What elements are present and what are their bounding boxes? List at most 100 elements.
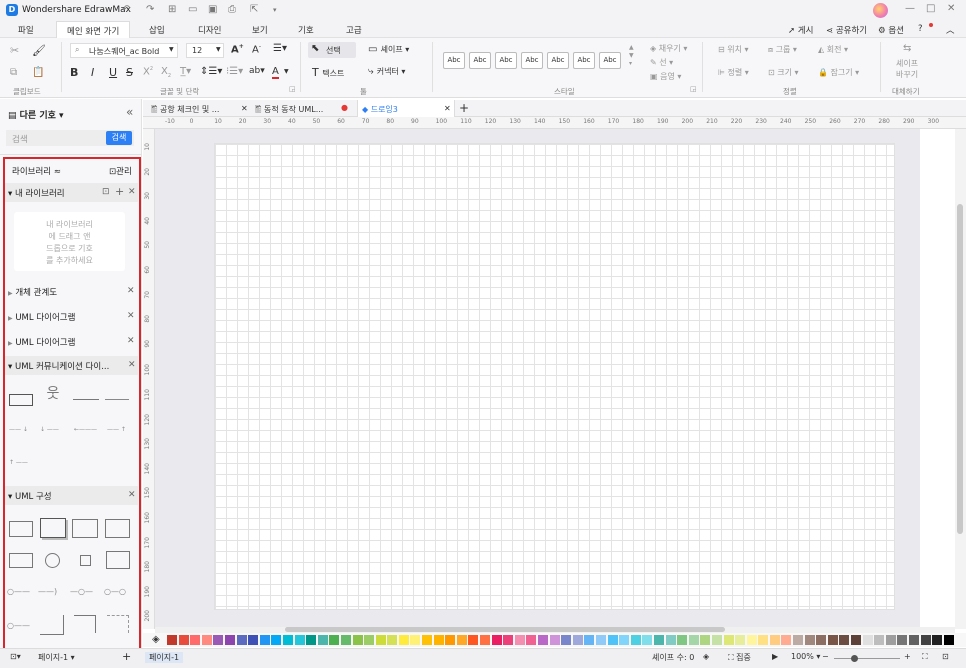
- color-swatch[interactable]: [909, 635, 919, 645]
- color-swatch[interactable]: [236, 635, 247, 645]
- import-icon[interactable]: ⊡: [102, 187, 110, 197]
- color-swatch[interactable]: [885, 635, 896, 645]
- close-icon[interactable]: ✕: [127, 286, 135, 296]
- color-swatch[interactable]: [294, 635, 305, 645]
- color-swatch[interactable]: [468, 635, 479, 645]
- color-swatch[interactable]: [700, 635, 711, 645]
- uml-connector-symbol-3[interactable]: [107, 615, 129, 633]
- line-spacing-icon[interactable]: ⇕☰▾: [200, 66, 222, 77]
- uml-note-symbol[interactable]: [106, 551, 130, 569]
- color-swatch[interactable]: [584, 635, 595, 645]
- color-swatch[interactable]: [317, 635, 328, 645]
- color-swatch[interactable]: [201, 635, 212, 645]
- style-scroll-icon[interactable]: ▲ ▼ ▾: [629, 44, 634, 68]
- font-size-select[interactable]: 12 ▼: [186, 43, 224, 58]
- share-button[interactable]: ⋖ 공유하기: [826, 24, 867, 36]
- color-swatch[interactable]: [642, 635, 653, 645]
- add-page-icon[interactable]: +: [122, 650, 131, 663]
- uml-communication-header[interactable]: ▾ UML 커뮤니케이션 다이... ✕: [5, 356, 138, 375]
- color-swatch[interactable]: [851, 635, 862, 645]
- minimize-icon[interactable]: —: [905, 3, 915, 14]
- uml-circle-symbol[interactable]: [45, 553, 60, 568]
- color-swatch[interactable]: [677, 635, 688, 645]
- color-swatch[interactable]: [445, 635, 456, 645]
- close-icon[interactable]: ✕: [128, 187, 136, 197]
- menu-view[interactable]: 보기: [252, 24, 268, 36]
- uml-object-symbol[interactable]: [9, 394, 33, 406]
- page-select[interactable]: 페이지-1 ▾: [38, 652, 75, 663]
- color-swatch[interactable]: [572, 635, 583, 645]
- color-swatch[interactable]: [630, 635, 641, 645]
- color-swatch[interactable]: [456, 635, 467, 645]
- redo-icon[interactable]: ↷: [146, 4, 154, 15]
- color-swatch[interactable]: [816, 635, 827, 645]
- color-swatch[interactable]: [711, 635, 722, 645]
- color-swatch[interactable]: [653, 635, 664, 645]
- color-swatch[interactable]: [538, 635, 548, 645]
- collapse-ribbon-icon[interactable]: ︿: [946, 24, 955, 36]
- style-preset-4[interactable]: Abc: [521, 52, 543, 69]
- color-swatch[interactable]: [282, 635, 293, 645]
- vertical-scroll-thumb[interactable]: [957, 204, 963, 534]
- color-swatch[interactable]: [665, 635, 676, 645]
- horizontal-scroll-thumb[interactable]: [285, 627, 725, 632]
- style-preset-7[interactable]: Abc: [599, 52, 621, 69]
- color-swatch[interactable]: [874, 635, 885, 645]
- subscript-icon[interactable]: X2: [161, 66, 171, 79]
- font-color-dropdown-icon[interactable]: ▼: [284, 68, 289, 75]
- quick-access-dropdown-icon[interactable]: ▾: [273, 6, 277, 14]
- color-swatch[interactable]: [387, 635, 398, 645]
- shape-tool-button[interactable]: ▭ 셰이프 ▾: [368, 44, 409, 55]
- uml-interface-symbol-1[interactable]: ○——: [7, 587, 30, 596]
- font-dialog-launcher-icon[interactable]: ◲: [289, 85, 296, 93]
- line-button[interactable]: ✎ 선 ▾: [650, 57, 673, 68]
- color-swatch[interactable]: [607, 635, 618, 645]
- color-swatch[interactable]: [271, 635, 282, 645]
- library-label[interactable]: 라이브러리 ≈: [12, 165, 61, 177]
- format-painter-icon[interactable]: 🖌: [32, 44, 46, 57]
- replace-shape-icon[interactable]: ⇆: [903, 43, 911, 54]
- color-swatch[interactable]: [375, 635, 386, 645]
- maximize-icon[interactable]: □: [926, 3, 935, 14]
- tab-drawing3[interactable]: ◆ 드로잉3 ✕: [357, 100, 455, 117]
- uml-arrow-down2-symbol[interactable]: ↓ ——: [40, 426, 59, 433]
- style-preset-1[interactable]: Abc: [443, 52, 465, 69]
- connector-tool-button[interactable]: ⤷ 커넥터 ▾: [368, 66, 405, 77]
- uml-class-symbol[interactable]: [9, 553, 33, 568]
- color-swatch[interactable]: [758, 635, 769, 645]
- rotate-button[interactable]: ◭ 회전 ▾: [818, 44, 848, 55]
- color-swatch[interactable]: [340, 635, 351, 645]
- color-swatch[interactable]: [167, 635, 177, 645]
- color-swatch[interactable]: [526, 635, 537, 645]
- color-swatch[interactable]: [352, 635, 363, 645]
- close-icon[interactable]: ✕: [127, 311, 135, 321]
- menu-file[interactable]: 파일: [18, 24, 34, 36]
- strikethrough-icon[interactable]: S: [126, 66, 133, 79]
- color-swatch[interactable]: [178, 635, 189, 645]
- lock-button[interactable]: 🔒 잠그기 ▾: [818, 67, 859, 78]
- fill-color-icon[interactable]: ◈: [152, 634, 160, 645]
- bullet-list-icon[interactable]: ⁝☰▾: [226, 66, 243, 77]
- text-case-icon[interactable]: T̲▾: [180, 66, 191, 77]
- position-button[interactable]: ⊟ 위치 ▾: [718, 44, 749, 55]
- tab-dynamic-uml[interactable]: 🖺 동적 동작 UML... ●: [255, 100, 353, 117]
- save-icon[interactable]: ▣: [208, 4, 217, 15]
- uml-package-symbol[interactable]: [72, 519, 98, 538]
- color-swatch[interactable]: [723, 635, 734, 645]
- font-name-select[interactable]: ⌕ 나눔스퀘어_ac Bold ▼: [70, 43, 178, 58]
- align-icon[interactable]: ☰▾: [273, 43, 287, 54]
- copy-icon[interactable]: ⧉: [10, 67, 17, 78]
- uml-interface-symbol-3[interactable]: —○—: [70, 587, 93, 596]
- uml-square-symbol[interactable]: [80, 555, 91, 566]
- color-swatch[interactable]: [862, 635, 873, 645]
- drawing-page[interactable]: [214, 143, 895, 610]
- color-swatch[interactable]: [410, 635, 421, 645]
- color-swatch[interactable]: [781, 635, 792, 645]
- style-preset-2[interactable]: Abc: [469, 52, 491, 69]
- vertical-scrollbar[interactable]: [955, 129, 966, 629]
- replace-shape-label-1[interactable]: 셰이프: [896, 58, 918, 69]
- fit-page-icon[interactable]: ⛶: [922, 652, 928, 662]
- color-swatch[interactable]: [259, 635, 270, 645]
- uml-message-symbol[interactable]: [105, 399, 129, 400]
- uml-interface-symbol-5[interactable]: ○——: [7, 621, 30, 630]
